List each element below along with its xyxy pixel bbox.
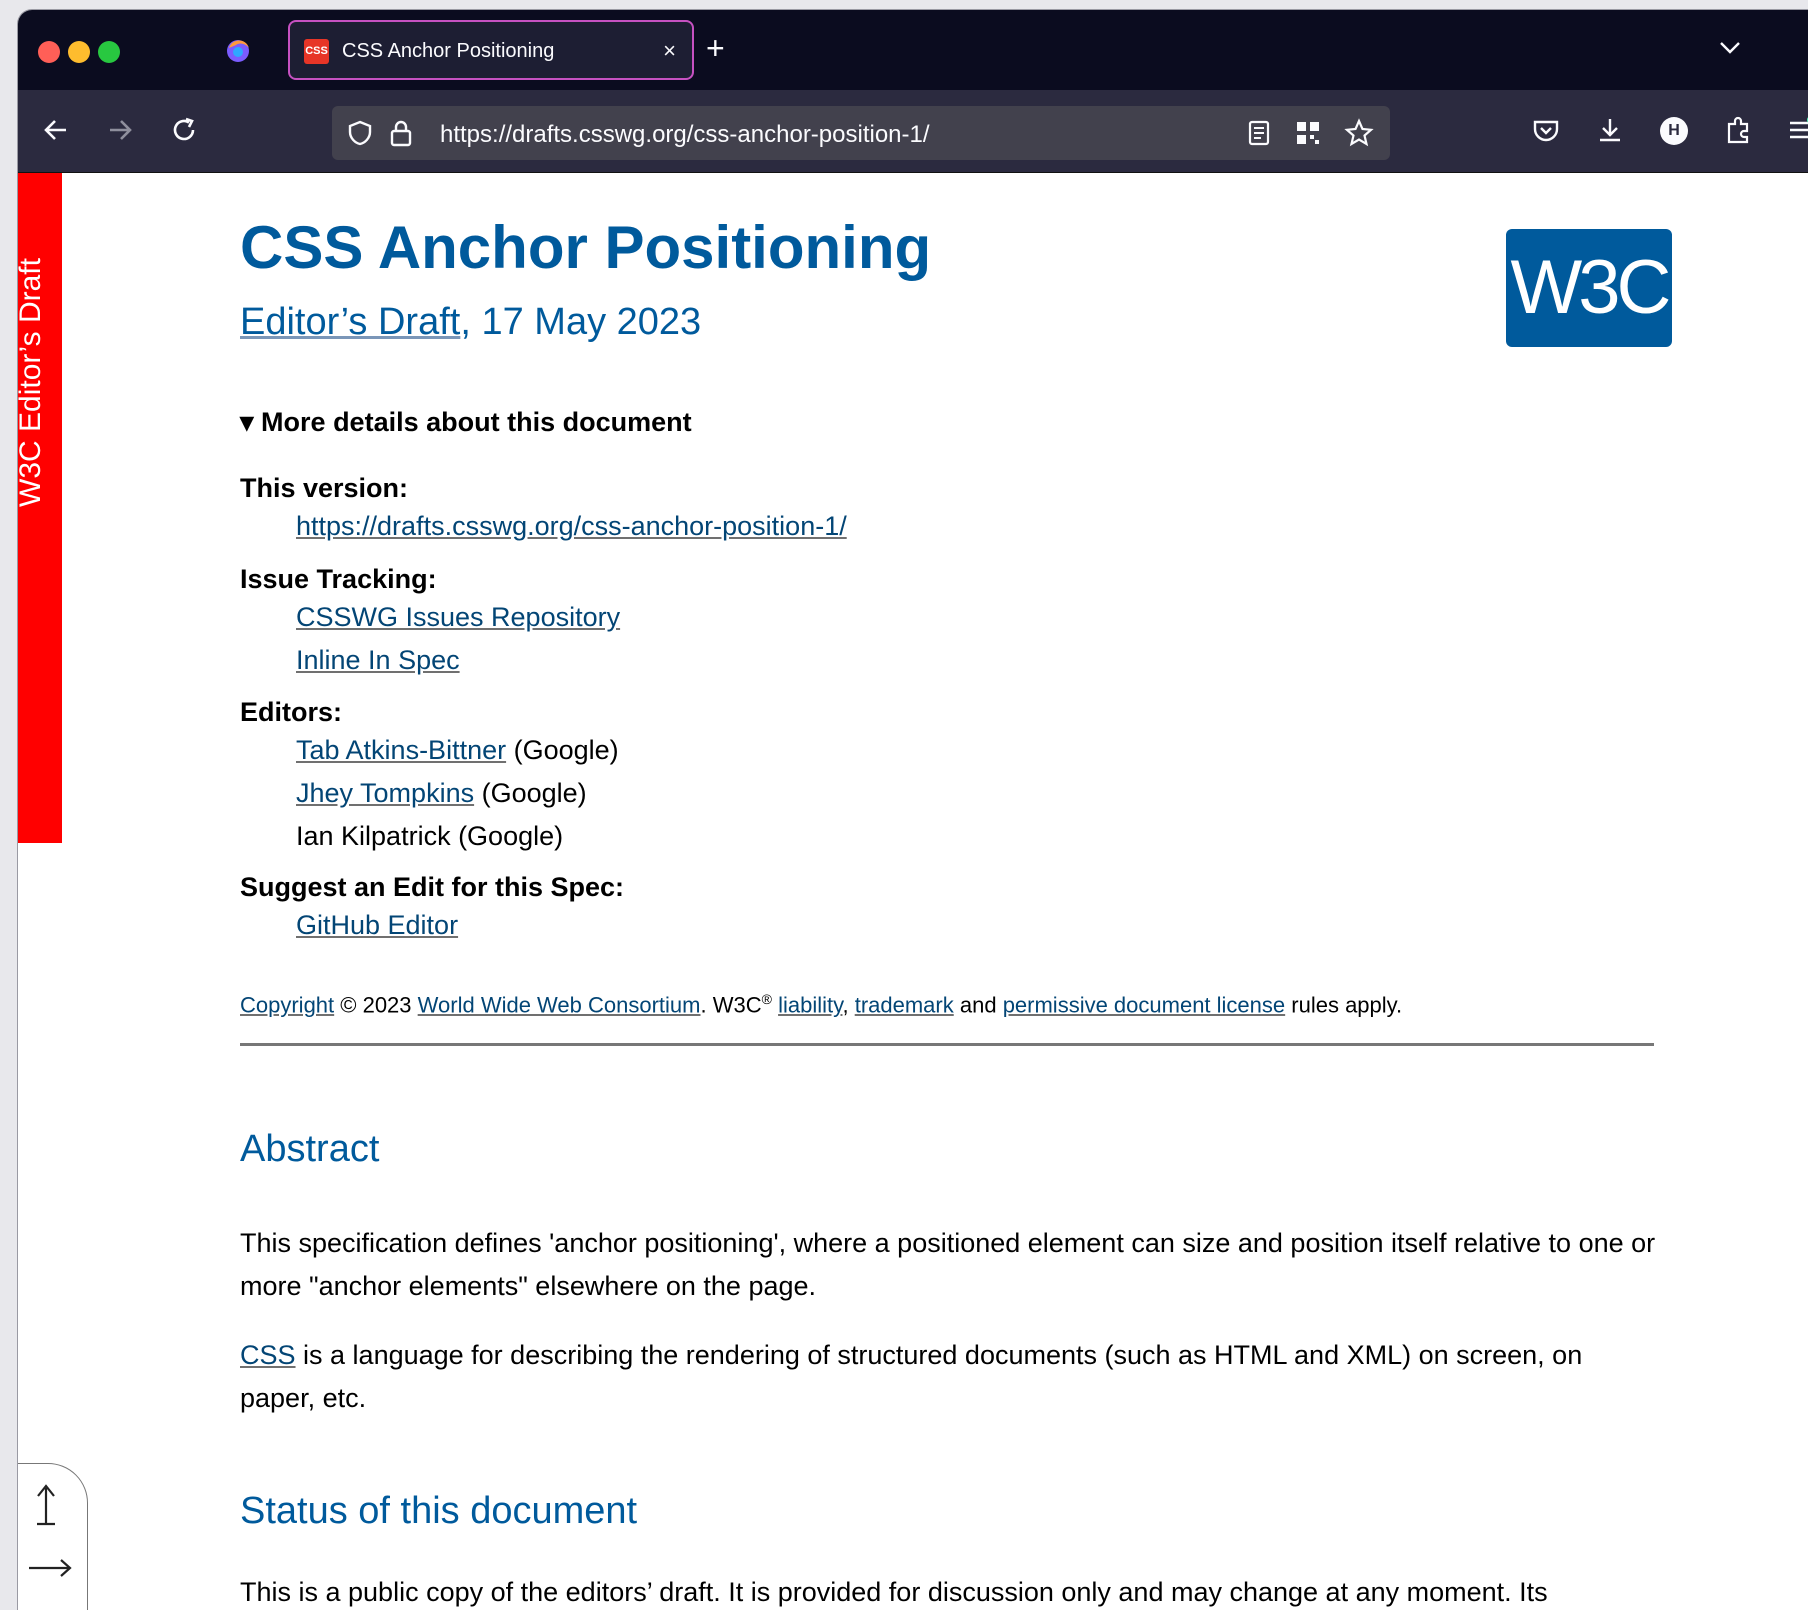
issue-tracking-label: Issue Tracking:	[240, 564, 437, 594]
registered-mark: ®	[761, 991, 772, 1007]
this-version-link[interactable]: https://drafts.csswg.org/css-anchor-posi…	[296, 511, 847, 541]
active-tab[interactable]: CSS CSS Anchor Positioning ×	[288, 20, 694, 80]
page-subtitle: Editor’s Draft, 17 May 2023	[240, 301, 701, 344]
abstract-paragraph-2: CSS is a language for describing the ren…	[240, 1334, 1660, 1420]
status-paragraph: This is a public copy of the editors’ dr…	[240, 1577, 1548, 1607]
csswg-issues-link[interactable]: CSSWG Issues Repository	[296, 602, 620, 632]
this-version-label: This version:	[240, 473, 409, 503]
page-content: W3C Editor’s Draft CSS Anchor Positionin…	[18, 173, 1808, 1610]
collapse-sidebar-arrow-icon[interactable]	[27, 1556, 73, 1585]
tab-bar: CSS CSS Anchor Positioning × +	[18, 10, 1808, 90]
editor-item: Jhey Tompkins (Google)	[296, 778, 587, 809]
issue-item: CSSWG Issues Repository	[296, 602, 620, 633]
forward-arrow-icon[interactable]	[106, 116, 134, 149]
divider	[240, 1043, 1654, 1046]
editor-item: Ian Kilpatrick (Google)	[296, 821, 564, 851]
account-avatar-icon[interactable]: H	[1660, 117, 1688, 145]
abstract-heading[interactable]: Abstract	[240, 1128, 379, 1171]
minimize-window-button[interactable]	[68, 41, 90, 63]
subtitle-date: , 17 May 2023	[460, 301, 702, 343]
reader-view-icon[interactable]	[1246, 119, 1272, 152]
editor-org: (Google)	[506, 735, 619, 765]
editors-draft-link[interactable]: Editor’s Draft	[240, 301, 460, 343]
extensions-puzzle-icon[interactable]	[1724, 115, 1752, 150]
tab-title: CSS Anchor Positioning	[342, 40, 555, 62]
toc-toggle[interactable]	[18, 1463, 88, 1610]
copyright-text: and	[953, 992, 1003, 1018]
address-bar[interactable]: https://drafts.csswg.org/css-anchor-posi…	[332, 106, 1390, 160]
close-tab-icon[interactable]: ×	[663, 38, 676, 64]
github-editor-link[interactable]: GitHub Editor	[296, 910, 458, 940]
editors-draft-ribbon[interactable]: W3C Editor’s Draft	[18, 173, 62, 843]
this-version-item: https://drafts.csswg.org/css-anchor-posi…	[296, 511, 847, 542]
editor-link-jhey-tompkins[interactable]: Jhey Tompkins	[296, 778, 474, 808]
close-window-button[interactable]	[38, 41, 60, 63]
copyright-text: ,	[842, 992, 855, 1018]
downloads-icon[interactable]	[1596, 116, 1624, 149]
abstract-text: is a language for describing the renderi…	[240, 1340, 1583, 1413]
back-arrow-icon[interactable]	[42, 116, 70, 149]
copyright-link[interactable]: Copyright	[240, 992, 334, 1017]
ribbon-label: W3C Editor’s Draft	[18, 258, 47, 508]
editors-label: Editors:	[240, 697, 343, 727]
details-summary-toggle[interactable]: ▾ More details about this document	[240, 407, 692, 438]
zoom-window-button[interactable]	[98, 41, 120, 63]
status-heading[interactable]: Status of this document	[240, 1490, 637, 1533]
page-title: CSS Anchor Positioning	[240, 214, 932, 281]
firefox-view-icon[interactable]	[224, 36, 252, 69]
editor-org: (Google)	[474, 778, 587, 808]
inline-in-spec-link[interactable]: Inline In Spec	[296, 645, 460, 675]
navigation-toolbar: https://drafts.csswg.org/css-anchor-posi…	[18, 90, 1808, 173]
issue-item: Inline In Spec	[296, 645, 460, 676]
tracking-protection-shield-icon[interactable]	[346, 119, 374, 152]
qr-code-icon[interactable]	[1294, 119, 1322, 152]
css-favicon-icon: CSS	[304, 39, 329, 64]
trademark-link[interactable]: trademark	[855, 992, 954, 1017]
editor-link-tab-atkins[interactable]: Tab Atkins-Bittner	[296, 735, 506, 765]
suggest-edit-item: GitHub Editor	[296, 910, 458, 941]
copyright-text: . W3C	[700, 992, 762, 1018]
liability-link[interactable]: liability	[778, 992, 842, 1017]
reload-icon[interactable]	[170, 116, 198, 149]
document-license-link[interactable]: permissive document license	[1003, 992, 1285, 1017]
app-menu-hamburger-icon[interactable]	[1786, 116, 1808, 149]
jump-to-top-arrow-icon[interactable]	[31, 1482, 61, 1531]
w3c-logo[interactable]: W3C	[1506, 229, 1672, 347]
w3c-consortium-link[interactable]: World Wide Web Consortium	[418, 992, 701, 1017]
new-tab-button[interactable]: +	[706, 30, 725, 66]
list-all-tabs-chevron-down-icon[interactable]	[1718, 40, 1742, 61]
copyright-text: rules apply.	[1285, 992, 1403, 1018]
css-link[interactable]: CSS	[240, 1340, 296, 1370]
url-text[interactable]: https://drafts.csswg.org/css-anchor-posi…	[440, 121, 930, 149]
suggest-edit-label: Suggest an Edit for this Spec:	[240, 872, 625, 902]
copyright-text: © 2023	[334, 992, 418, 1018]
pocket-icon[interactable]	[1532, 118, 1560, 149]
browser-window: CSS CSS Anchor Positioning × + https://d…	[18, 10, 1808, 1610]
lock-icon[interactable]	[388, 118, 414, 153]
abstract-paragraph: This specification defines 'anchor posit…	[240, 1228, 1656, 1301]
editor-item: Tab Atkins-Bittner (Google)	[296, 735, 619, 766]
copyright-notice: Copyright © 2023 World Wide Web Consorti…	[240, 991, 1402, 1018]
bookmark-star-icon[interactable]	[1344, 118, 1374, 153]
